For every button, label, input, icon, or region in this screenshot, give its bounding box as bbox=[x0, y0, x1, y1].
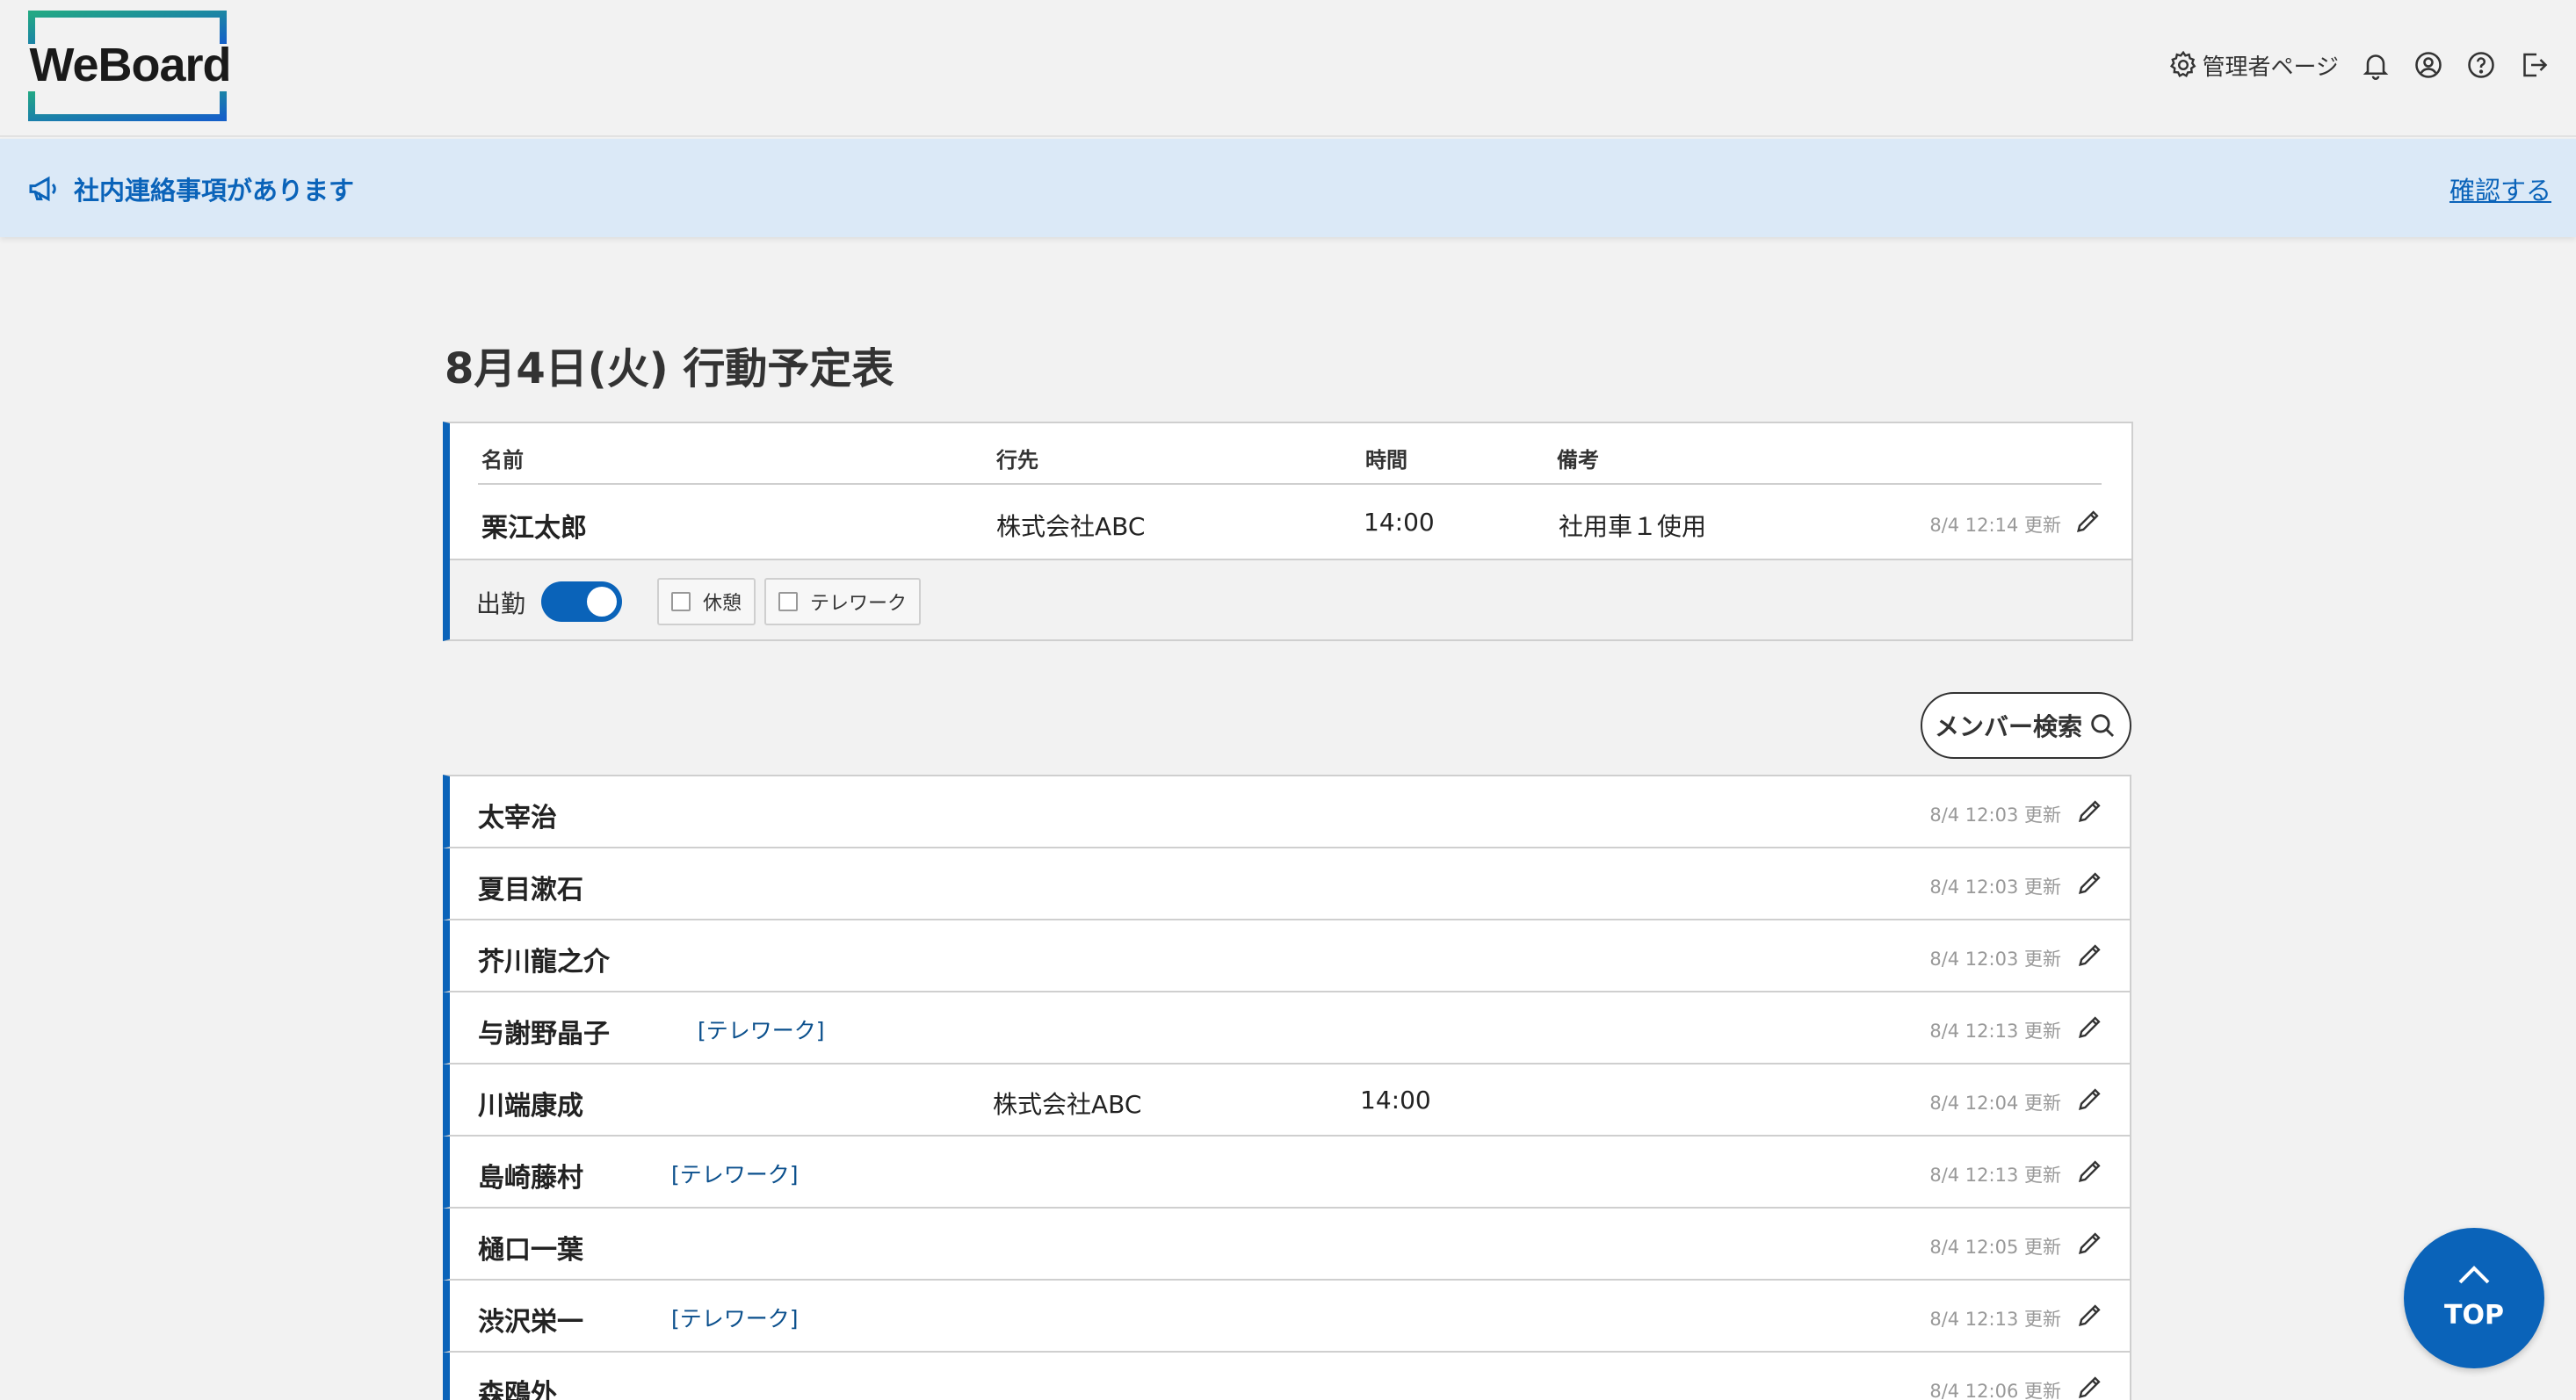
member-edit-button[interactable] bbox=[2075, 940, 2105, 970]
member-telework-tag: [テレワーク] bbox=[671, 1306, 799, 1331]
member-edit-button[interactable] bbox=[2075, 796, 2105, 826]
pencil-icon bbox=[2077, 510, 2099, 532]
member-row: 芥川龍之介 8/4 12:03 更新 bbox=[443, 920, 2131, 992]
notice-bar: 社内連絡事項があります 確認する bbox=[0, 139, 2576, 237]
admin-page-label: 管理者ページ bbox=[2202, 54, 2339, 81]
member-row: 川端康成 株式会社ABC 14:00 8/4 12:04 更新 bbox=[443, 1064, 2131, 1137]
member-telework-tag: [テレワーク] bbox=[698, 1018, 825, 1043]
member-name: 夏目漱石 bbox=[478, 875, 583, 906]
member-edit-button[interactable] bbox=[2075, 1084, 2105, 1114]
member-row: 夏目漱石 8/4 12:03 更新 bbox=[443, 848, 2131, 920]
pencil-icon bbox=[2079, 1016, 2101, 1038]
member-updated-time: 8/4 12:06 更新 bbox=[1929, 1381, 2061, 1400]
logout-icon[interactable] bbox=[2518, 49, 2550, 81]
break-checkbox[interactable]: 休憩 bbox=[657, 578, 756, 625]
my-time: 14:00 bbox=[1364, 508, 1435, 537]
member-updated-time: 8/4 12:03 更新 bbox=[1929, 877, 2061, 898]
my-name: 栗江太郎 bbox=[481, 513, 587, 544]
pencil-icon bbox=[2079, 1304, 2101, 1326]
pencil-icon bbox=[2079, 1376, 2101, 1398]
scroll-top-button[interactable]: TOP bbox=[2404, 1228, 2544, 1368]
member-edit-button[interactable] bbox=[2075, 1372, 2105, 1400]
work-toggle[interactable] bbox=[541, 581, 622, 622]
column-header-note: 備考 bbox=[1557, 448, 1599, 473]
search-icon bbox=[2091, 714, 2115, 738]
member-row: 島崎藤村 [テレワーク] 8/4 12:13 更新 bbox=[443, 1137, 2131, 1209]
member-destination: 株式会社ABC bbox=[993, 1090, 1142, 1119]
work-label: 出勤 bbox=[476, 589, 526, 618]
column-header-name: 名前 bbox=[481, 448, 524, 473]
chevron-up-icon bbox=[2458, 1266, 2490, 1284]
gear-icon bbox=[2167, 49, 2199, 81]
notice-text: 社内連絡事項があります bbox=[74, 176, 355, 206]
member-name: 渋沢栄一 bbox=[478, 1307, 583, 1338]
pencil-icon bbox=[2079, 872, 2101, 894]
member-updated-time: 8/4 12:13 更新 bbox=[1929, 1165, 2061, 1186]
page-title: 8月4日(火) 行動予定表 bbox=[445, 344, 894, 393]
member-updated-time: 8/4 12:13 更新 bbox=[1929, 1021, 2061, 1042]
my-destination: 株式会社ABC bbox=[996, 512, 1146, 541]
app-header: WeBoard 管理者ページ bbox=[0, 0, 2576, 137]
member-updated-time: 8/4 12:03 更新 bbox=[1929, 805, 2061, 826]
member-name: 島崎藤村 bbox=[478, 1163, 583, 1194]
member-updated-time: 8/4 12:04 更新 bbox=[1929, 1093, 2061, 1114]
member-row: 与謝野晶子 [テレワーク] 8/4 12:13 更新 bbox=[443, 992, 2131, 1064]
member-edit-button[interactable] bbox=[2075, 1156, 2105, 1186]
checkbox-box bbox=[671, 592, 691, 611]
confirm-notice-link[interactable]: 確認する bbox=[2449, 170, 2551, 207]
telework-label: テレワーク bbox=[810, 593, 908, 615]
bell-icon[interactable] bbox=[2360, 49, 2391, 81]
member-row: 樋口一葉 8/4 12:05 更新 bbox=[443, 1209, 2131, 1281]
member-edit-button[interactable] bbox=[2075, 868, 2105, 898]
status-bar: 出勤 休憩 テレワーク bbox=[450, 559, 2131, 639]
my-note: 社用車１使用 bbox=[1559, 512, 1707, 541]
column-header-destination: 行先 bbox=[996, 448, 1038, 473]
admin-page-link[interactable]: 管理者ページ bbox=[2167, 49, 2339, 82]
pencil-icon bbox=[2079, 944, 2101, 966]
member-telework-tag: [テレワーク] bbox=[671, 1162, 799, 1187]
logo-text: WeBoard bbox=[29, 39, 231, 91]
megaphone-icon bbox=[29, 176, 56, 202]
member-search-button[interactable]: メンバー検索 bbox=[1921, 692, 2131, 759]
my-updated-time: 8/4 12:14 更新 bbox=[1929, 515, 2061, 536]
member-updated-time: 8/4 12:13 更新 bbox=[1929, 1309, 2061, 1330]
my-edit-button[interactable] bbox=[2073, 506, 2103, 536]
member-updated-time: 8/4 12:03 更新 bbox=[1929, 949, 2061, 970]
checkbox-box bbox=[778, 592, 798, 611]
telework-checkbox[interactable]: テレワーク bbox=[764, 578, 922, 625]
toggle-knob bbox=[587, 587, 617, 617]
member-name: 芥川龍之介 bbox=[478, 947, 610, 978]
member-updated-time: 8/4 12:05 更新 bbox=[1929, 1237, 2061, 1258]
member-name: 与謝野晶子 bbox=[478, 1019, 610, 1050]
scroll-top-label: TOP bbox=[2444, 1300, 2504, 1331]
pencil-icon bbox=[2079, 800, 2101, 822]
header-tools: 管理者ページ bbox=[2167, 44, 2550, 86]
member-name: 樋口一葉 bbox=[478, 1235, 583, 1266]
notice-message: 社内連絡事項があります bbox=[26, 170, 354, 207]
help-icon[interactable] bbox=[2465, 49, 2497, 81]
member-row: 渋沢栄一 [テレワーク] 8/4 12:13 更新 bbox=[443, 1281, 2131, 1353]
weboard-logo[interactable]: WeBoard bbox=[25, 9, 235, 121]
member-list: 太宰治 8/4 12:03 更新 夏目漱石 8/4 12:03 更新 芥川龍之介… bbox=[443, 775, 2131, 1400]
member-name: 森鴎外 bbox=[478, 1379, 557, 1400]
my-schedule-card: 名前 行先 時間 備考 栗江太郎 株式会社ABC 14:00 社用車１使用 8/… bbox=[443, 422, 2133, 641]
member-edit-button[interactable] bbox=[2075, 1300, 2105, 1330]
pencil-icon bbox=[2079, 1160, 2101, 1182]
user-icon[interactable] bbox=[2413, 49, 2444, 81]
member-search-label: メンバー検索 bbox=[1934, 712, 2082, 741]
member-row: 太宰治 8/4 12:03 更新 bbox=[443, 775, 2131, 848]
member-row: 森鴎外 8/4 12:06 更新 bbox=[443, 1353, 2131, 1400]
pencil-icon bbox=[2079, 1088, 2101, 1110]
member-name: 川端康成 bbox=[478, 1091, 583, 1122]
member-edit-button[interactable] bbox=[2075, 1012, 2105, 1042]
header-divider bbox=[478, 483, 2102, 485]
member-time: 14:00 bbox=[1360, 1086, 1431, 1115]
member-name: 太宰治 bbox=[478, 803, 557, 834]
break-label: 休憩 bbox=[703, 593, 742, 615]
column-header-time: 時間 bbox=[1365, 448, 1407, 473]
pencil-icon bbox=[2079, 1232, 2101, 1254]
member-edit-button[interactable] bbox=[2075, 1228, 2105, 1258]
